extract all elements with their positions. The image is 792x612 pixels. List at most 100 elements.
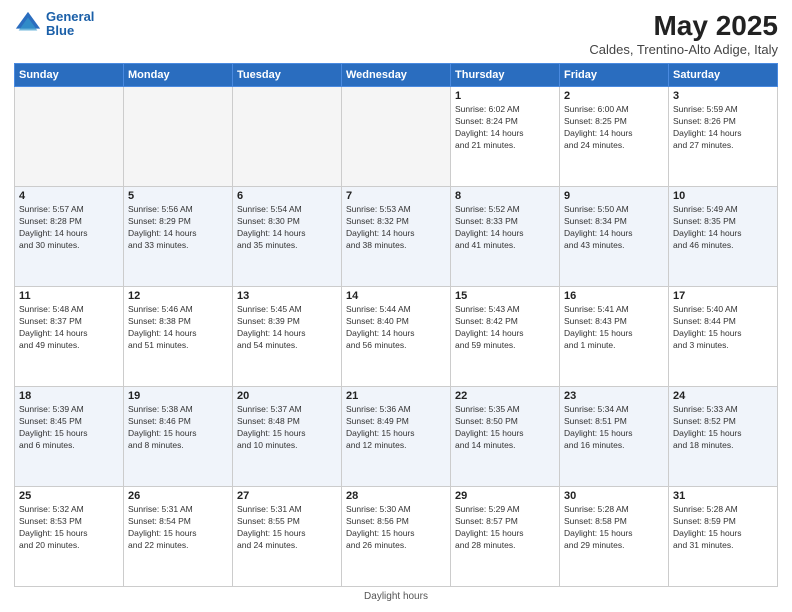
day-cell: 24Sunrise: 5:33 AM Sunset: 8:52 PM Dayli… [669, 387, 778, 487]
day-info: Sunrise: 6:02 AM Sunset: 8:24 PM Dayligh… [455, 104, 555, 152]
day-number: 14 [346, 290, 446, 302]
day-cell [124, 87, 233, 187]
day-cell: 27Sunrise: 5:31 AM Sunset: 8:55 PM Dayli… [233, 487, 342, 587]
day-number: 1 [455, 90, 555, 102]
day-info: Sunrise: 5:35 AM Sunset: 8:50 PM Dayligh… [455, 404, 555, 452]
day-number: 13 [237, 290, 337, 302]
day-number: 4 [19, 190, 119, 202]
day-info: Sunrise: 5:36 AM Sunset: 8:49 PM Dayligh… [346, 404, 446, 452]
day-number: 30 [564, 490, 664, 502]
day-info: Sunrise: 5:45 AM Sunset: 8:39 PM Dayligh… [237, 304, 337, 352]
week-row-4: 18 Sunrise: 5:39 AM Sunset: 8:45 PM Dayli… [15, 387, 778, 487]
day-cell [15, 87, 124, 187]
day-info: Sunrise: 5:38 AM Sunset: 8:46 PM Dayligh… [128, 404, 228, 452]
day-cell: 11 Sunrise: 5:48 AM Sunset: 8:37 PM Dayli… [15, 287, 124, 387]
col-header-saturday: Saturday [669, 64, 778, 87]
day-cell: 10Sunrise: 5:49 AM Sunset: 8:35 PM Dayli… [669, 187, 778, 287]
day-cell: 30 Sunrise: 5:28 AM Sunset: 8:58 PM Dayli… [560, 487, 669, 587]
footer-note: Daylight hours [14, 591, 778, 602]
day-info: Sunrise: 5:46 AM Sunset: 8:38 PM Dayligh… [128, 304, 228, 352]
day-info: Sunrise: 5:34 AM Sunset: 8:51 PM Dayligh… [564, 404, 664, 452]
day-number: 23 [564, 390, 664, 402]
day-cell: 21Sunrise: 5:36 AM Sunset: 8:49 PM Dayli… [342, 387, 451, 487]
page: General Blue May 2025 Caldes, Trentino-A… [0, 0, 792, 612]
day-info: Sunrise: 5:40 AM Sunset: 8:44 PM Dayligh… [673, 304, 773, 352]
day-cell [233, 87, 342, 187]
day-cell: 22Sunrise: 5:35 AM Sunset: 8:50 PM Dayli… [451, 387, 560, 487]
day-number: 20 [237, 390, 337, 402]
calendar-header-row: SundayMondayTuesdayWednesdayThursdayFrid… [15, 64, 778, 87]
col-header-tuesday: Tuesday [233, 64, 342, 87]
day-cell: 17 Sunrise: 5:40 AM Sunset: 8:44 PM Dayli… [669, 287, 778, 387]
day-cell: 31 Sunrise: 5:28 AM Sunset: 8:59 PM Dayli… [669, 487, 778, 587]
day-cell: 2Sunrise: 6:00 AM Sunset: 8:25 PM Daylig… [560, 87, 669, 187]
day-number: 25 [19, 490, 119, 502]
day-info: Sunrise: 5:32 AM Sunset: 8:53 PM Dayligh… [19, 504, 119, 552]
day-number: 27 [237, 490, 337, 502]
day-cell: 14 Sunrise: 5:44 AM Sunset: 8:40 PM Dayli… [342, 287, 451, 387]
day-cell: 16 Sunrise: 5:41 AM Sunset: 8:43 PM Dayli… [560, 287, 669, 387]
day-info: Sunrise: 5:30 AM Sunset: 8:56 PM Dayligh… [346, 504, 446, 552]
col-header-wednesday: Wednesday [342, 64, 451, 87]
day-number: 2 [564, 90, 664, 102]
day-number: 26 [128, 490, 228, 502]
day-info: Sunrise: 5:48 AM Sunset: 8:37 PM Dayligh… [19, 304, 119, 352]
day-cell: 15 Sunrise: 5:43 AM Sunset: 8:42 PM Dayli… [451, 287, 560, 387]
day-cell: 13 Sunrise: 5:45 AM Sunset: 8:39 PM Dayli… [233, 287, 342, 387]
logo-text: General Blue [46, 10, 94, 39]
day-number: 15 [455, 290, 555, 302]
day-info: Sunrise: 5:31 AM Sunset: 8:54 PM Dayligh… [128, 504, 228, 552]
day-cell: 23 Sunrise: 5:34 AM Sunset: 8:51 PM Dayli… [560, 387, 669, 487]
week-row-2: 4Sunrise: 5:57 AM Sunset: 8:28 PM Daylig… [15, 187, 778, 287]
day-number: 11 [19, 290, 119, 302]
week-row-1: 1 Sunrise: 6:02 AM Sunset: 8:24 PM Daylig… [15, 87, 778, 187]
day-cell: 29 Sunrise: 5:29 AM Sunset: 8:57 PM Dayli… [451, 487, 560, 587]
col-header-thursday: Thursday [451, 64, 560, 87]
day-number: 9 [564, 190, 664, 202]
day-cell: 12 Sunrise: 5:46 AM Sunset: 8:38 PM Dayli… [124, 287, 233, 387]
day-number: 16 [564, 290, 664, 302]
day-info: Sunrise: 5:29 AM Sunset: 8:57 PM Dayligh… [455, 504, 555, 552]
day-cell: 9Sunrise: 5:50 AM Sunset: 8:34 PM Daylig… [560, 187, 669, 287]
day-cell: 6 Sunrise: 5:54 AM Sunset: 8:30 PM Daylig… [233, 187, 342, 287]
day-info: Sunrise: 5:53 AM Sunset: 8:32 PM Dayligh… [346, 204, 446, 252]
day-cell: 4Sunrise: 5:57 AM Sunset: 8:28 PM Daylig… [15, 187, 124, 287]
day-cell: 28Sunrise: 5:30 AM Sunset: 8:56 PM Dayli… [342, 487, 451, 587]
day-number: 29 [455, 490, 555, 502]
day-info: Sunrise: 5:56 AM Sunset: 8:29 PM Dayligh… [128, 204, 228, 252]
logo-icon [14, 10, 42, 38]
day-cell: 19 Sunrise: 5:38 AM Sunset: 8:46 PM Dayli… [124, 387, 233, 487]
logo: General Blue [14, 10, 94, 39]
day-cell: 8Sunrise: 5:52 AM Sunset: 8:33 PM Daylig… [451, 187, 560, 287]
day-info: Sunrise: 5:39 AM Sunset: 8:45 PM Dayligh… [19, 404, 119, 452]
day-info: Sunrise: 5:28 AM Sunset: 8:58 PM Dayligh… [564, 504, 664, 552]
day-number: 12 [128, 290, 228, 302]
day-info: Sunrise: 5:28 AM Sunset: 8:59 PM Dayligh… [673, 504, 773, 552]
day-cell: 5 Sunrise: 5:56 AM Sunset: 8:29 PM Daylig… [124, 187, 233, 287]
location: Caldes, Trentino-Alto Adige, Italy [589, 42, 778, 57]
day-number: 5 [128, 190, 228, 202]
day-info: Sunrise: 5:43 AM Sunset: 8:42 PM Dayligh… [455, 304, 555, 352]
week-row-5: 25 Sunrise: 5:32 AM Sunset: 8:53 PM Dayli… [15, 487, 778, 587]
day-info: Sunrise: 5:52 AM Sunset: 8:33 PM Dayligh… [455, 204, 555, 252]
month-year: May 2025 [589, 10, 778, 42]
day-info: Sunrise: 5:41 AM Sunset: 8:43 PM Dayligh… [564, 304, 664, 352]
day-number: 19 [128, 390, 228, 402]
col-header-monday: Monday [124, 64, 233, 87]
day-number: 18 [19, 390, 119, 402]
day-info: Sunrise: 5:49 AM Sunset: 8:35 PM Dayligh… [673, 204, 773, 252]
day-number: 17 [673, 290, 773, 302]
day-info: Sunrise: 5:37 AM Sunset: 8:48 PM Dayligh… [237, 404, 337, 452]
day-info: Sunrise: 5:54 AM Sunset: 8:30 PM Dayligh… [237, 204, 337, 252]
day-number: 3 [673, 90, 773, 102]
day-info: Sunrise: 5:59 AM Sunset: 8:26 PM Dayligh… [673, 104, 773, 152]
day-number: 6 [237, 190, 337, 202]
day-cell: 25 Sunrise: 5:32 AM Sunset: 8:53 PM Dayli… [15, 487, 124, 587]
day-number: 24 [673, 390, 773, 402]
day-cell: 18 Sunrise: 5:39 AM Sunset: 8:45 PM Dayli… [15, 387, 124, 487]
day-number: 31 [673, 490, 773, 502]
day-info: Sunrise: 5:44 AM Sunset: 8:40 PM Dayligh… [346, 304, 446, 352]
day-cell: 7Sunrise: 5:53 AM Sunset: 8:32 PM Daylig… [342, 187, 451, 287]
calendar-table: SundayMondayTuesdayWednesdayThursdayFrid… [14, 63, 778, 587]
day-cell: 3 Sunrise: 5:59 AM Sunset: 8:26 PM Daylig… [669, 87, 778, 187]
